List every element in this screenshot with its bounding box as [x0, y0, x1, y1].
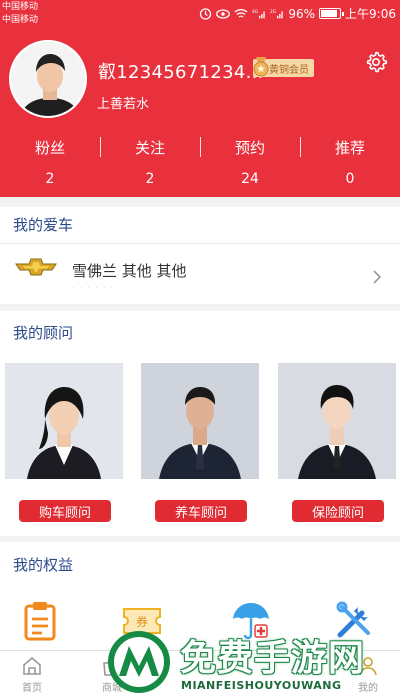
- chevrolet-logo-icon: [15, 258, 57, 276]
- alarm-icon: [198, 8, 212, 20]
- car-subtitle: · · · · · ·: [72, 285, 115, 292]
- stat-appointments[interactable]: 预约 24: [200, 133, 300, 193]
- stat-recommend[interactable]: 推荐 0: [300, 133, 400, 193]
- member-badge-label: 黄铜会员: [269, 64, 309, 76]
- watermark-subtitle: MIANFEISHOUYOUWANG: [181, 679, 342, 692]
- member-badge[interactable]: 黄铜会员: [253, 57, 314, 77]
- stat-following[interactable]: 关注 2: [100, 133, 200, 193]
- home-icon: [23, 656, 41, 675]
- stat-value: 24: [241, 171, 259, 187]
- my-car-title: 我的爱车: [13, 216, 74, 234]
- advisor-card-maintenance: 养车顾问: [141, 363, 259, 523]
- svg-text:4G: 4G: [252, 9, 259, 15]
- clipboard-icon[interactable]: [18, 599, 62, 643]
- gear-icon[interactable]: [364, 50, 388, 74]
- watermark: 免费手游网 MIANFEISHOUYOUWANG: [105, 625, 395, 700]
- signal-4g-icon: 4G: [252, 8, 266, 20]
- battery-icon: [319, 8, 345, 19]
- my-advisors-title: 我的顾问: [13, 324, 74, 342]
- my-car-section: 我的爱车 雪佛兰 其他 其他 · · · · · ·: [0, 207, 400, 304]
- car-row[interactable]: 雪佛兰 其他 其他 · · · · · ·: [0, 244, 400, 304]
- maintenance-advisor-button[interactable]: 养车顾问: [155, 500, 247, 522]
- avatar[interactable]: [9, 40, 87, 118]
- stat-value: 2: [145, 171, 155, 187]
- stat-value: 0: [345, 171, 355, 187]
- watermark-title: 免费手游网: [180, 638, 366, 679]
- profile-header: 中国移动 中国移动 4G 2G 96% 上午9:06 叡12345671234.…: [0, 0, 400, 197]
- car-name: 雪佛兰 其他 其他: [72, 262, 187, 280]
- stat-fans[interactable]: 粉丝 2: [0, 133, 100, 193]
- watermark-logo-icon: [108, 631, 170, 693]
- battery-percent: 96%: [288, 6, 316, 21]
- carrier-1: 中国移动: [2, 2, 39, 12]
- my-benefits-title: 我的权益: [13, 556, 74, 574]
- status-bar: 中国移动 中国移动 4G 2G 96% 上午9:06: [0, 0, 400, 30]
- insurance-advisor-button[interactable]: 保险顾问: [292, 500, 384, 522]
- my-advisors-section: 我的顾问 购车顾问 养车顾问 保险顾问: [0, 311, 400, 536]
- eye-icon: [216, 8, 231, 20]
- medal-icon: [253, 57, 269, 77]
- stat-label: 粉丝: [34, 139, 65, 157]
- stat-label: 关注: [134, 139, 165, 157]
- username: 叡12345671234...: [98, 62, 264, 83]
- advisor-photo[interactable]: [5, 363, 123, 479]
- stat-label: 推荐: [334, 139, 365, 157]
- purchase-advisor-button[interactable]: 购车顾问: [19, 500, 111, 522]
- advisor-card-purchase: 购车顾问: [5, 363, 123, 523]
- tab-label: 首页: [22, 683, 42, 694]
- tab-home[interactable]: 首页: [2, 655, 62, 694]
- stats-row: 粉丝 2 关注 2 预约 24 推荐 0: [0, 133, 400, 193]
- advisor-photo[interactable]: [278, 363, 396, 479]
- status-indicators: 4G 2G 96% 上午9:06: [198, 5, 396, 22]
- carrier-2: 中国移动: [2, 15, 39, 25]
- clock: 上午9:06: [345, 7, 396, 21]
- stat-label: 预约: [234, 139, 265, 157]
- advisor-photo[interactable]: [141, 363, 259, 479]
- advisor-card-insurance: 保险顾问: [278, 363, 396, 523]
- tagline: 上善若水: [97, 97, 150, 112]
- signal-2g-icon: 2G: [270, 8, 284, 20]
- stat-value: 2: [45, 171, 55, 187]
- chevron-right-icon: [373, 270, 382, 284]
- wifi-icon: [234, 8, 248, 20]
- svg-text:2G: 2G: [270, 9, 277, 15]
